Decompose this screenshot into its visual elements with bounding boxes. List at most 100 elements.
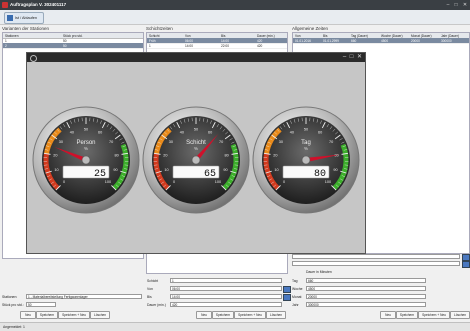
col-stationen: Stationen bbox=[5, 34, 18, 38]
gauge-tag: 0102030405060708090100Tag%80 bbox=[251, 105, 361, 215]
left-save-button[interactable]: Speichern bbox=[36, 311, 58, 319]
gauge-tick-label: 60 bbox=[208, 131, 212, 135]
middle-save-new-button[interactable]: Speichern + Neu bbox=[234, 311, 266, 319]
from-label: Von bbox=[147, 287, 153, 291]
gauge-tick-label: 40 bbox=[70, 131, 74, 135]
gauge-tick-label: 70 bbox=[329, 140, 333, 144]
duration-unit-note: Dauer in Minuten bbox=[306, 270, 332, 274]
month-input[interactable]: 20000 bbox=[306, 294, 426, 299]
gauge-needle-hub bbox=[82, 156, 90, 164]
toolbar-run-label: Ist / Ablaufen bbox=[15, 16, 37, 20]
table-row-selected[interactable]: 01.01.2016 01.01.2999 660 4500 20000 300… bbox=[293, 38, 469, 44]
middle-section-title: Schichtzeiten bbox=[146, 26, 173, 31]
right-spin-2-icon[interactable] bbox=[462, 261, 470, 268]
left-save-new-button[interactable]: Speichern + Neu bbox=[58, 311, 90, 319]
pieces-label: Stück pro std.: bbox=[2, 303, 24, 307]
gauge-tick-label: 100 bbox=[105, 180, 111, 184]
col-stueck: Stück pro std. bbox=[63, 34, 83, 38]
col-bis: Bis bbox=[323, 34, 327, 38]
col-jahr: Jahr (Dauer) bbox=[441, 34, 459, 38]
cell: 300000 bbox=[441, 39, 452, 43]
station-select[interactable]: 1 - Materialbereitstellung Fertigwarenla… bbox=[26, 294, 142, 299]
window-title: Auftragsplan V. 302401117 bbox=[10, 2, 66, 7]
gauge-tick-label: 0 bbox=[283, 180, 285, 184]
table-row[interactable]: 1 14:00 22:00 420 bbox=[147, 43, 287, 49]
middle-save-button[interactable]: Speichern bbox=[212, 311, 234, 319]
gauge-tick-label: 0 bbox=[173, 180, 175, 184]
to-spin-icon[interactable] bbox=[283, 294, 291, 301]
gauge-minimize-button[interactable]: – bbox=[341, 54, 348, 61]
middle-delete-button[interactable]: Löschen bbox=[266, 311, 286, 319]
gauge-tick-label: 60 bbox=[318, 131, 322, 135]
cell: 50 bbox=[63, 44, 67, 48]
week-input[interactable]: 4500 bbox=[306, 286, 426, 291]
gauge-close-button[interactable]: ✕ bbox=[356, 54, 363, 61]
shift-input[interactable]: 1 bbox=[170, 278, 282, 283]
gauge-tick-label: 30 bbox=[279, 140, 283, 144]
year-input[interactable]: 300000 bbox=[306, 302, 426, 307]
col-woche: Woche (Dauer) bbox=[381, 34, 403, 38]
gauge-readout: 25 bbox=[94, 169, 106, 180]
day-input[interactable]: 660 bbox=[306, 278, 426, 283]
from-input[interactable]: 06:00 bbox=[170, 286, 282, 291]
gauge-unit: % bbox=[304, 146, 308, 151]
maximize-button[interactable]: □ bbox=[452, 2, 460, 8]
gauge-schicht: 0102030405060708090100Schicht%65 bbox=[141, 105, 251, 215]
gauge-tick-label: 30 bbox=[169, 140, 173, 144]
cell: 420 bbox=[257, 44, 262, 48]
gauge-person: 0102030405060708090100Person%25 bbox=[31, 105, 141, 215]
status-text: Angemeldet: 1 bbox=[3, 325, 25, 329]
right-save-new-button[interactable]: Speichern + Neu bbox=[418, 311, 450, 319]
cell: 420 bbox=[257, 39, 262, 43]
left-new-button[interactable]: Neu bbox=[20, 311, 36, 319]
gauge-tick-label: 20 bbox=[53, 153, 57, 157]
gauge-tick-label: 20 bbox=[163, 153, 167, 157]
right-save-button[interactable]: Speichern bbox=[396, 311, 418, 319]
close-button[interactable]: ✕ bbox=[461, 2, 469, 8]
gauge-tick-label: 60 bbox=[98, 131, 102, 135]
cell: 2 bbox=[5, 44, 7, 48]
cell: 06:00 bbox=[185, 39, 193, 43]
gauge-tick-label: 70 bbox=[109, 140, 113, 144]
app-icon bbox=[2, 2, 8, 8]
col-von: Von bbox=[185, 34, 191, 38]
gauge-tick-label: 20 bbox=[273, 153, 277, 157]
right-spin-1-icon[interactable] bbox=[462, 254, 470, 261]
right-field-1[interactable] bbox=[292, 254, 460, 259]
gauge-tick-label: 50 bbox=[84, 127, 88, 131]
middle-new-button[interactable]: Neu bbox=[196, 311, 212, 319]
duration-label: Dauer (min.) bbox=[147, 303, 166, 307]
cell: 20000 bbox=[411, 39, 420, 43]
table-row-selected[interactable]: 2 50 bbox=[3, 43, 143, 49]
gauge-window-icon bbox=[30, 55, 37, 62]
minimize-button[interactable]: – bbox=[444, 2, 452, 8]
right-new-button[interactable]: Neu bbox=[380, 311, 396, 319]
col-bis: Bis bbox=[221, 34, 225, 38]
month-label: Monat bbox=[292, 295, 301, 299]
to-input[interactable]: 14:00 bbox=[170, 294, 282, 299]
gauge-tick-label: 10 bbox=[274, 168, 278, 172]
gauge-tick-label: 90 bbox=[113, 168, 117, 172]
col-dauer: Dauer (min.) bbox=[257, 34, 275, 38]
gauge-maximize-button[interactable]: □ bbox=[348, 54, 355, 61]
right-delete-button[interactable]: Löschen bbox=[450, 311, 470, 319]
gauge-window: – □ ✕ 0102030405060708090100Person%25 01… bbox=[26, 52, 366, 254]
gauge-tick-label: 80 bbox=[115, 153, 119, 157]
cell: Früh bbox=[149, 39, 156, 43]
left-delete-button[interactable]: Löschen bbox=[90, 311, 110, 319]
toolbar bbox=[0, 10, 470, 25]
gauge-readout: 80 bbox=[314, 169, 326, 180]
col-schicht: Schicht bbox=[149, 34, 159, 38]
from-spin-icon[interactable] bbox=[283, 286, 291, 293]
cell: 01.01.2999 bbox=[323, 39, 339, 43]
run-icon bbox=[7, 15, 13, 21]
gauge-needle-hub bbox=[192, 156, 200, 164]
right-field-2[interactable] bbox=[292, 261, 460, 266]
col-tag: Tag (Dauer) bbox=[351, 34, 368, 38]
gauge-unit: % bbox=[194, 146, 198, 151]
pieces-input[interactable]: 50 bbox=[26, 302, 56, 307]
toolbar-run-button[interactable]: Ist / Ablaufen bbox=[4, 12, 44, 24]
gauge-tick-label: 70 bbox=[219, 140, 223, 144]
cell: 1 bbox=[149, 44, 151, 48]
duration-input[interactable]: 420 bbox=[170, 302, 282, 307]
